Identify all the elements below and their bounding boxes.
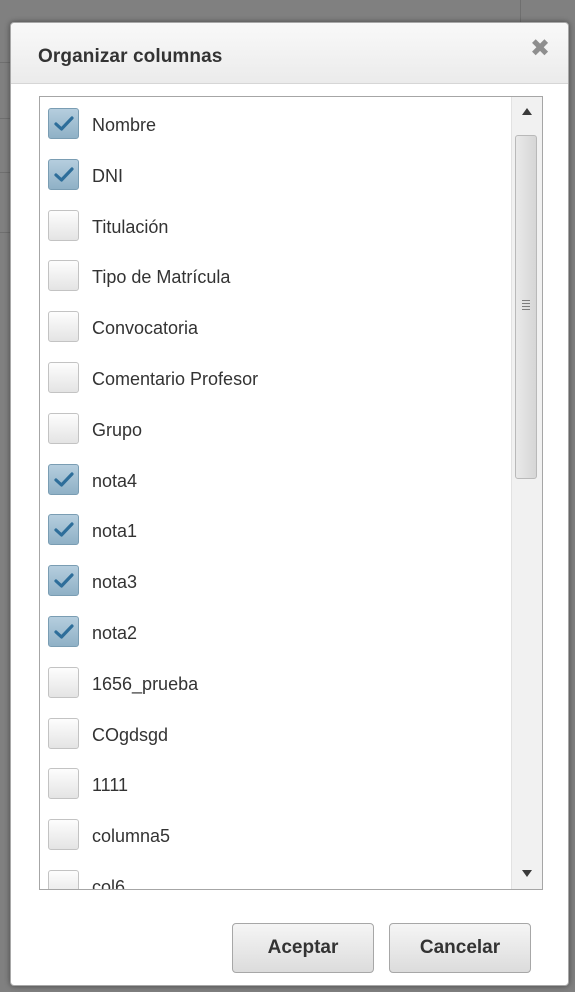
column-option-label: Titulación xyxy=(92,217,169,237)
column-option[interactable]: Tipo de Matrícula xyxy=(48,260,508,296)
organize-columns-dialog: Organizar columnas ✖ Nombre DNI Titulación… xyxy=(10,22,569,986)
checkbox-checked[interactable] xyxy=(48,514,79,545)
cancel-button[interactable]: Cancelar xyxy=(389,923,531,973)
column-option-label: columna5 xyxy=(92,826,171,846)
checkbox-unchecked[interactable] xyxy=(48,718,79,749)
column-option-label: Comentario Profesor xyxy=(92,369,259,389)
dialog-title: Organizar columnas xyxy=(38,46,223,67)
column-option-label: Grupo xyxy=(92,420,143,440)
dialog-titlebar: Organizar columnas ✖ xyxy=(11,23,568,84)
checkbox-unchecked[interactable] xyxy=(48,210,79,241)
checkbox-unchecked[interactable] xyxy=(48,870,79,889)
checkbox-unchecked[interactable] xyxy=(48,819,79,850)
close-icon[interactable]: ✖ xyxy=(526,35,554,63)
column-list[interactable]: Nombre DNI Titulación Tipo de Matrícula Conv… xyxy=(39,96,543,890)
column-option[interactable]: columna5 xyxy=(48,819,508,855)
column-option[interactable]: Convocatoria xyxy=(48,311,508,347)
checkbox-unchecked[interactable] xyxy=(48,260,79,291)
column-option[interactable]: Comentario Profesor xyxy=(48,362,508,398)
accept-button[interactable]: Aceptar xyxy=(232,923,374,973)
column-option-label: nota2 xyxy=(92,623,138,643)
checkbox-unchecked[interactable] xyxy=(48,667,79,698)
background-divider xyxy=(0,172,10,173)
column-option[interactable]: Nombre xyxy=(48,108,508,144)
checkmark-icon xyxy=(54,167,74,182)
column-option[interactable]: DNI xyxy=(48,159,508,195)
column-option-label: nota1 xyxy=(92,521,138,541)
scrollbar-thumb[interactable] xyxy=(515,135,537,479)
background-divider xyxy=(520,0,521,22)
scroll-down-arrow-icon[interactable] xyxy=(512,859,542,889)
checkmark-icon xyxy=(54,116,74,131)
scrollbar[interactable] xyxy=(511,97,542,889)
column-option[interactable]: 1111 xyxy=(48,768,508,804)
scrollbar-grip-icon xyxy=(522,300,530,312)
checkbox-checked[interactable] xyxy=(48,565,79,596)
checkbox-checked[interactable] xyxy=(48,108,79,139)
column-option-label: Tipo de Matrícula xyxy=(92,267,231,287)
column-option[interactable]: Grupo xyxy=(48,413,508,449)
checkmark-icon xyxy=(54,624,74,639)
column-option[interactable]: col6 xyxy=(48,870,508,889)
column-option[interactable]: nota4 xyxy=(48,464,508,500)
column-list-items: Nombre DNI Titulación Tipo de Matrícula Conv… xyxy=(40,97,512,889)
column-option-label: Nombre xyxy=(92,115,157,135)
checkbox-checked[interactable] xyxy=(48,159,79,190)
column-option[interactable]: Titulación xyxy=(48,210,508,246)
column-option-label: COgdsgd xyxy=(92,725,169,745)
background-divider xyxy=(0,232,10,233)
column-option[interactable]: nota1 xyxy=(48,514,508,550)
column-option[interactable]: 1656_prueba xyxy=(48,667,508,703)
column-option-label: DNI xyxy=(92,166,123,186)
column-option-label: Convocatoria xyxy=(92,318,199,338)
checkmark-icon xyxy=(54,472,74,487)
background-divider xyxy=(0,118,10,119)
checkmark-icon xyxy=(54,573,74,588)
scroll-up-arrow-icon[interactable] xyxy=(512,97,542,127)
column-option-label: 1111 xyxy=(92,775,129,795)
checkbox-checked[interactable] xyxy=(48,616,79,647)
checkbox-unchecked[interactable] xyxy=(48,362,79,393)
checkbox-unchecked[interactable] xyxy=(48,311,79,342)
background-divider xyxy=(0,62,10,63)
column-option-label: 1656_prueba xyxy=(92,674,199,694)
column-option[interactable]: nota3 xyxy=(48,565,508,601)
checkbox-unchecked[interactable] xyxy=(48,413,79,444)
column-option-label: nota4 xyxy=(92,471,138,491)
column-option[interactable]: COgdsgd xyxy=(48,718,508,754)
checkbox-unchecked[interactable] xyxy=(48,768,79,799)
column-option-label: col6 xyxy=(92,877,126,889)
column-option[interactable]: nota2 xyxy=(48,616,508,652)
checkbox-checked[interactable] xyxy=(48,464,79,495)
checkmark-icon xyxy=(54,522,74,537)
column-option-label: nota3 xyxy=(92,572,138,592)
